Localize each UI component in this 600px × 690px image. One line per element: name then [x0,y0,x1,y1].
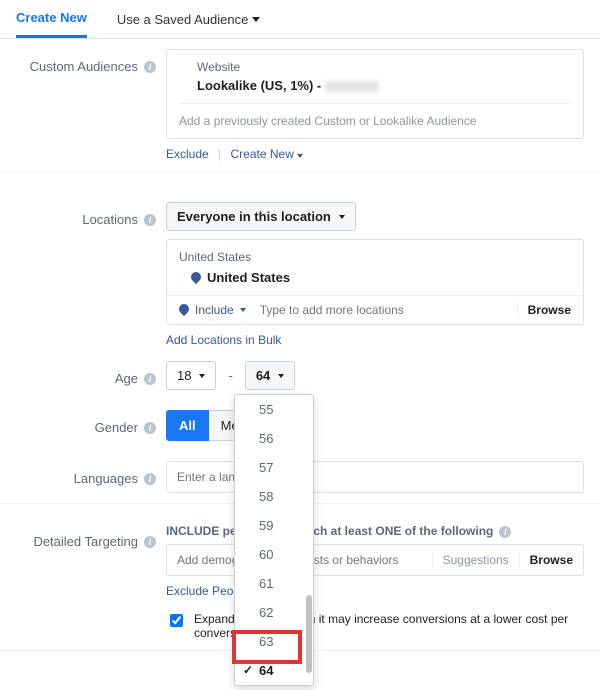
exclude-link[interactable]: Exclude [166,147,209,161]
age-option[interactable]: 56 [235,424,313,453]
scrollbar[interactable] [306,595,312,673]
info-icon[interactable]: i [144,61,156,73]
age-label: Age [115,371,138,386]
expand-interests-checkbox[interactable] [170,614,183,627]
age-option[interactable]: 58 [235,482,313,511]
chevron-down-icon [252,17,260,22]
location-input[interactable] [258,302,517,318]
age-option[interactable]: 62 [235,598,313,627]
age-max-dropdown[interactable]: 64 [245,361,295,390]
age-option[interactable]: 63 [235,627,313,656]
gender-all-button[interactable]: All [166,410,209,441]
info-icon[interactable]: i [499,526,511,538]
bulk-locations-link[interactable]: Add Locations in Bulk [166,333,281,347]
custom-audiences-label: Custom Audiences [30,59,138,74]
info-icon[interactable]: i [144,536,156,548]
chevron-down-icon [339,215,345,219]
tab-create-new[interactable]: Create New [16,0,87,38]
info-icon[interactable]: i [144,422,156,434]
age-option[interactable]: 59 [235,511,313,540]
languages-input[interactable] [166,461,584,493]
tab-saved-audience[interactable]: Use a Saved Audience [117,2,261,37]
age-dash: - [228,368,232,383]
dt-include-header: INCLUDE people who match at least ONE of… [166,524,493,538]
pin-icon [191,272,201,284]
chevron-down-icon [240,308,246,312]
chevron-down-icon [278,374,284,378]
chevron-down-icon [297,154,303,158]
locations-label: Locations [82,212,138,227]
audience-input[interactable]: Add a previously created Custom or Looka… [179,103,571,128]
age-option[interactable]: 57 [235,453,313,482]
location-group-header: United States [179,250,571,264]
gender-label: Gender [95,420,138,435]
audience-name[interactable]: Lookalike (US, 1%) - [197,78,571,93]
location-scope-dropdown[interactable]: Everyone in this location [166,202,356,231]
languages-label: Languages [74,471,138,486]
age-dropdown-list[interactable]: 5556575859606162636465+ [235,395,313,685]
tab-saved-label: Use a Saved Audience [117,12,249,27]
detailed-targeting-label: Detailed Targeting [33,534,138,549]
audience-site-label: Website [197,60,571,74]
age-option[interactable]: 61 [235,569,313,598]
separator: | [218,147,221,161]
info-icon[interactable]: i [144,373,156,385]
include-dropdown[interactable]: Include [179,303,246,317]
redacted-text [325,81,379,92]
chevron-down-icon [199,374,205,378]
info-icon[interactable]: i [144,214,156,226]
info-icon[interactable]: i [144,473,156,485]
suggestions-button[interactable]: Suggestions [432,553,520,567]
age-option[interactable]: 60 [235,540,313,569]
age-option[interactable]: 55 [235,395,313,424]
browse-locations-button[interactable]: Browse [517,303,571,317]
pin-icon [179,304,189,316]
create-new-link[interactable]: Create New [231,147,304,161]
age-min-dropdown[interactable]: 18 [166,361,216,390]
age-option[interactable]: 64 [235,656,313,685]
location-item[interactable]: United States [191,270,571,285]
browse-button[interactable]: Browse [520,553,583,567]
